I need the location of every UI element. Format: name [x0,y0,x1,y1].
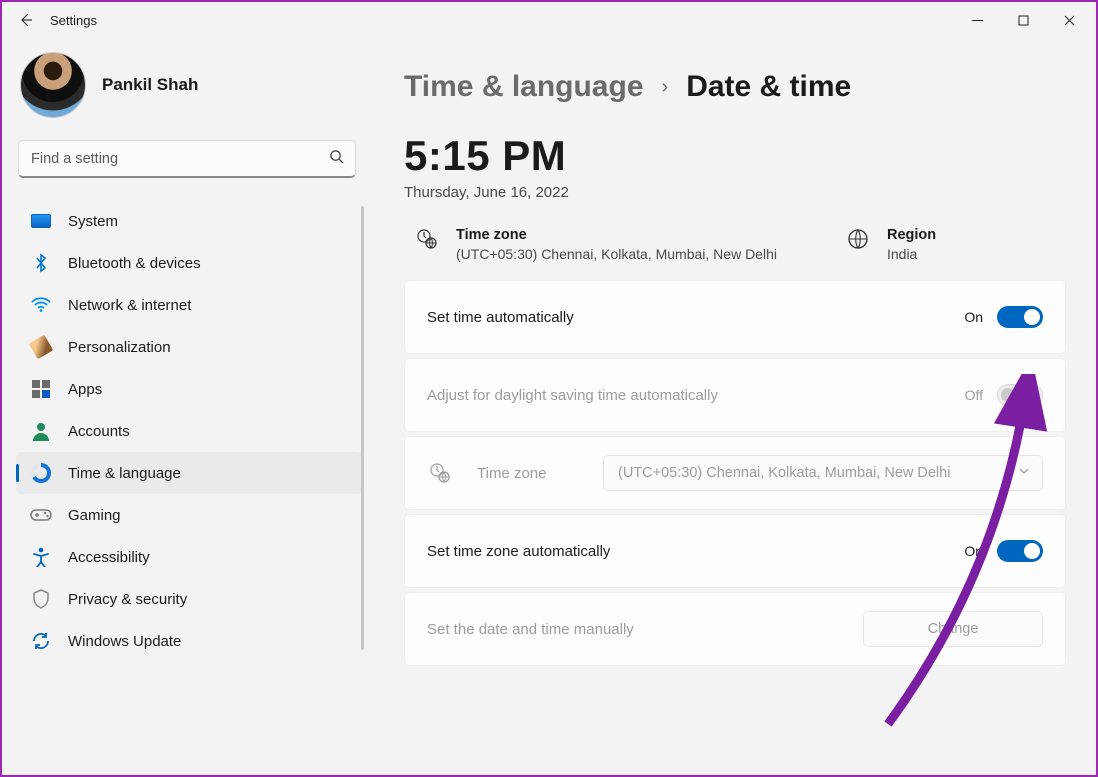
close-icon [1064,15,1075,26]
search-icon [329,149,344,169]
nav-scrollbar[interactable] [361,206,364,650]
setting-label: Set time zone automatically [427,543,964,560]
nav-windows-update[interactable]: Windows Update [16,620,362,662]
nav-network[interactable]: Network & internet [16,284,362,326]
nav-label: Accounts [68,423,130,440]
breadcrumb: Time & language › Date & time [404,70,1066,104]
system-icon [30,210,52,232]
close-button[interactable] [1046,4,1092,36]
card-dst-auto: Adjust for daylight saving time automati… [404,358,1066,432]
nav-personalization[interactable]: Personalization [16,326,362,368]
profile[interactable]: Pankil Shah [16,46,362,136]
setting-label: Set the date and time manually [427,621,863,638]
maximize-button[interactable] [1000,4,1046,36]
minimize-button[interactable] [954,4,1000,36]
person-icon [30,420,52,442]
wifi-icon [30,294,52,316]
nav-accessibility[interactable]: Accessibility [16,536,362,578]
nav-time-language[interactable]: Time & language [16,452,362,494]
info-timezone[interactable]: Time zone (UTC+05:30) Chennai, Kolkata, … [416,227,777,262]
titlebar: Settings [2,2,1096,38]
timezone-select: (UTC+05:30) Chennai, Kolkata, Mumbai, Ne… [603,455,1043,491]
nav-system[interactable]: System [16,200,362,242]
search-input[interactable] [18,140,356,178]
globe-icon [847,228,869,250]
setting-label: Adjust for daylight saving time automati… [427,387,965,404]
gamepad-icon [30,504,52,526]
bluetooth-icon [30,252,52,274]
accessibility-icon [30,546,52,568]
settings-cards: Set time automatically On Adjust for day… [404,280,1066,666]
nav-bluetooth[interactable]: Bluetooth & devices [16,242,362,284]
user-name: Pankil Shah [102,75,198,95]
card-set-time-auto: Set time automatically On [404,280,1066,354]
info-value: India [887,246,936,262]
toggle-set-tz-auto[interactable] [997,540,1043,562]
setting-label: Set time automatically [427,309,964,326]
nav-label: Time & language [68,465,181,482]
avatar [20,52,86,118]
toggle-state: On [964,309,983,325]
breadcrumb-current: Date & time [686,70,851,104]
minimize-icon [972,15,983,26]
change-button: Change [863,611,1043,647]
window-controls [954,4,1092,36]
back-button[interactable] [6,2,46,38]
nav-label: System [68,213,118,230]
current-time: 5:15 PM [404,132,1066,180]
clock-globe-icon [427,462,453,484]
breadcrumb-parent[interactable]: Time & language [404,70,644,104]
info-region[interactable]: Region India [847,227,936,262]
nav-apps[interactable]: Apps [16,368,362,410]
info-row: Time zone (UTC+05:30) Chennai, Kolkata, … [404,221,1066,280]
nav-gaming[interactable]: Gaming [16,494,362,536]
setting-label: Time zone [477,465,597,482]
nav-privacy[interactable]: Privacy & security [16,578,362,620]
nav-label: Privacy & security [68,591,187,608]
toggle-state: On [964,543,983,559]
nav-label: Accessibility [68,549,150,566]
search-wrap [18,140,356,178]
card-set-tz-auto: Set time zone automatically On [404,514,1066,588]
nav-label: Gaming [68,507,121,524]
toggle-set-time-auto[interactable] [997,306,1043,328]
nav-accounts[interactable]: Accounts [16,410,362,452]
apps-icon [30,378,52,400]
nav-label: Windows Update [68,633,181,650]
toggle-state: Off [965,387,983,403]
main-content: Time & language › Date & time 5:15 PM Th… [372,38,1096,775]
nav-label: Network & internet [68,297,191,314]
nav-label: Apps [68,381,102,398]
toggle-dst-auto [997,384,1043,406]
info-label: Region [887,227,936,243]
current-date: Thursday, June 16, 2022 [404,184,1066,201]
nav-label: Personalization [68,339,171,356]
update-icon [30,630,52,652]
clock-globe-icon [30,462,52,484]
clock-globe-icon [416,228,438,250]
info-value: (UTC+05:30) Chennai, Kolkata, Mumbai, Ne… [456,246,777,262]
info-label: Time zone [456,227,777,243]
nav-label: Bluetooth & devices [68,255,201,272]
chevron-right-icon: › [662,76,669,99]
select-value: (UTC+05:30) Chennai, Kolkata, Mumbai, Ne… [618,465,950,481]
paintbrush-icon [30,336,52,358]
nav-list: System Bluetooth & devices Network & int… [16,200,362,662]
card-manual-time: Set the date and time manually Change [404,592,1066,666]
sidebar: Pankil Shah System Bluetooth & devices N… [2,38,372,775]
shield-icon [30,588,52,610]
card-timezone: Time zone (UTC+05:30) Chennai, Kolkata, … [404,436,1066,510]
maximize-icon [1018,15,1029,26]
window-title: Settings [50,13,97,28]
arrow-left-icon [18,12,34,28]
chevron-down-icon [1018,465,1030,481]
